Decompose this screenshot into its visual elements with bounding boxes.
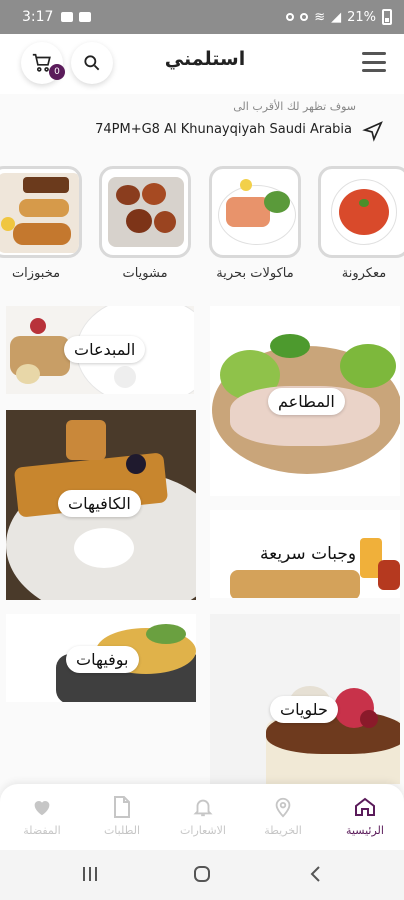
wifi-icon: ≋ <box>314 9 326 25</box>
nav-label: الرئيسية <box>346 824 384 837</box>
nav-home[interactable]: الرئيسية <box>325 794 404 837</box>
category-seafood[interactable]: ماكولات بحرية <box>207 166 303 290</box>
location-row[interactable]: 74PM+G8 Al Khunayqiyah Saudi Arabia <box>0 120 404 142</box>
category-pasta[interactable]: معكرونة <box>316 166 404 290</box>
category-image <box>209 166 301 258</box>
battery-text: 21% <box>347 9 376 25</box>
menu-icon-bar <box>362 52 386 55</box>
nav-label: الاشعارات <box>180 824 226 837</box>
category-label: ماكولات بحرية <box>216 266 294 281</box>
status-bar: 3:17 ≋ ◢ 21% <box>0 0 404 34</box>
tile-label: حلويات <box>270 696 338 723</box>
nav-label: الطلبات <box>103 824 141 837</box>
nav-orders[interactable]: الطلبات <box>82 794 162 837</box>
search-button[interactable] <box>71 42 113 84</box>
location-address[interactable]: 74PM+G8 Al Khunayqiyah Saudi Arabia <box>95 122 352 137</box>
cart-count-badge: 0 <box>49 64 65 80</box>
back-icon[interactable] <box>306 864 326 884</box>
category-label: مخبوزات <box>11 266 61 281</box>
tile-cafes[interactable]: الكافيهات <box>6 410 196 600</box>
tile-label: الكافيهات <box>58 490 141 517</box>
system-navigation-bar <box>0 850 404 900</box>
app-header: 0 استلمني <box>0 34 404 94</box>
cart-button[interactable]: 0 <box>21 42 65 84</box>
battery-icon <box>382 9 392 25</box>
map-pin-icon <box>275 797 291 818</box>
home-system-icon[interactable] <box>192 864 212 884</box>
navigation-arrow-icon[interactable] <box>362 120 384 142</box>
bell-icon <box>193 799 213 817</box>
bottom-navigation: الرئيسية الخريطة الاشعارات الطلبات المفض… <box>0 784 404 850</box>
menu-icon-bar <box>362 60 386 64</box>
category-grills[interactable]: مشويات <box>97 166 193 290</box>
location-icon <box>300 13 309 21</box>
tile-label: المبدعات <box>64 336 146 363</box>
tile-buffets[interactable]: بوفيهات <box>6 614 196 702</box>
app-title: استلمني <box>164 48 246 70</box>
tile-label: بوفيهات <box>66 646 139 673</box>
nav-favorites[interactable]: المفضلة <box>2 794 82 837</box>
menu-button[interactable] <box>362 52 386 72</box>
tile-desserts[interactable]: حلويات <box>210 614 400 784</box>
nav-label: الخريطة <box>264 824 302 837</box>
system-indicators: ≋ ◢ 21% <box>286 9 392 25</box>
youtube-icon <box>61 12 74 22</box>
location-hint: سوف تظهر لك الأقرب الى <box>233 100 356 113</box>
tile-restaurants[interactable]: المطاعم <box>210 306 400 496</box>
nav-notifications[interactable]: الاشعارات <box>163 794 243 837</box>
app-screen: 3:17 ≋ ◢ 21% 0 استلمني سوف تظهر لك الأقر… <box>0 0 404 900</box>
app-notification-icon <box>79 12 92 22</box>
heart-icon <box>34 801 50 816</box>
category-bakery[interactable]: مخبوزات <box>0 166 84 290</box>
notification-icons <box>61 12 92 22</box>
tile-label: المطاعم <box>268 388 345 415</box>
category-image <box>99 166 191 258</box>
recent-apps-icon[interactable] <box>80 864 100 884</box>
nav-label: المفضلة <box>23 824 61 837</box>
category-label: مشويات <box>122 266 168 281</box>
search-icon <box>84 55 100 71</box>
document-icon <box>114 796 130 818</box>
category-image <box>318 166 404 258</box>
tile-starters[interactable]: المبدعات <box>6 306 194 394</box>
category-label: معكرونة <box>341 266 387 281</box>
category-strip: معكرونة ماكولات بحرية مشويات مخبوزات <box>0 166 404 290</box>
status-time: 3:17 <box>22 9 54 25</box>
signal-icon: ◢ <box>331 9 342 25</box>
tile-fast-food[interactable]: وجبات سريعة <box>210 510 400 598</box>
menu-icon-bar <box>362 69 386 72</box>
nav-map[interactable]: الخريطة <box>243 794 323 837</box>
home-icon <box>355 797 375 816</box>
category-image <box>0 166 82 258</box>
alarm-icon <box>286 13 295 21</box>
tile-label: وجبات سريعة <box>260 544 357 564</box>
